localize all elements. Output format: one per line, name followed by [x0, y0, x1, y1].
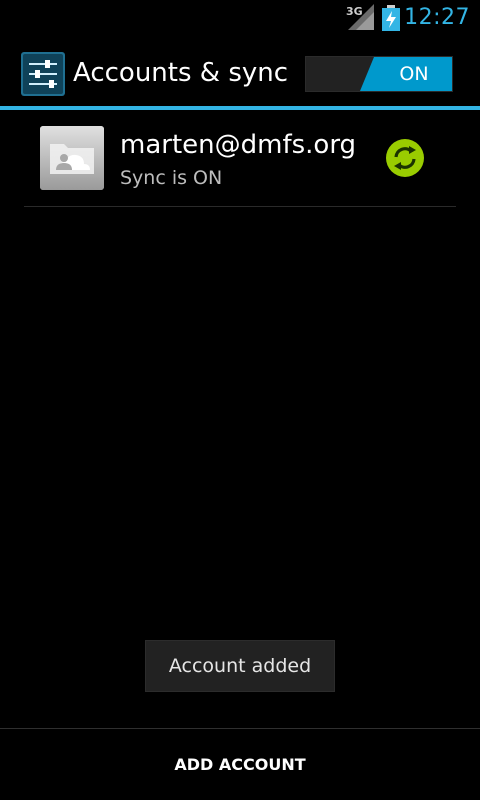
- status-bar: 3G 12:27: [0, 0, 480, 38]
- battery-charging-icon: [382, 5, 400, 31]
- account-sync-status: Sync is ON: [120, 167, 223, 189]
- sync-master-toggle[interactable]: ON: [305, 56, 453, 92]
- account-email: marten@dmfs.org: [120, 130, 357, 160]
- clock: 12:27: [404, 5, 470, 30]
- network-type-label: 3G: [346, 5, 363, 18]
- bottom-bar: ADD ACCOUNT: [0, 728, 480, 800]
- toast-message: Account added: [145, 640, 335, 692]
- cloud-contact-icon: [40, 126, 104, 190]
- account-list-item[interactable]: marten@dmfs.org Sync is ON: [24, 112, 456, 207]
- page-title: Accounts & sync: [73, 58, 289, 88]
- toggle-label: ON: [399, 63, 429, 85]
- settings-sliders-icon[interactable]: [21, 52, 65, 96]
- screen: 3G 12:27 Accounts & sync ON marten@dmfs.…: [0, 0, 480, 800]
- sync-active-icon[interactable]: [385, 138, 425, 178]
- action-bar: Accounts & sync ON: [0, 38, 480, 110]
- add-account-button[interactable]: ADD ACCOUNT: [0, 729, 480, 800]
